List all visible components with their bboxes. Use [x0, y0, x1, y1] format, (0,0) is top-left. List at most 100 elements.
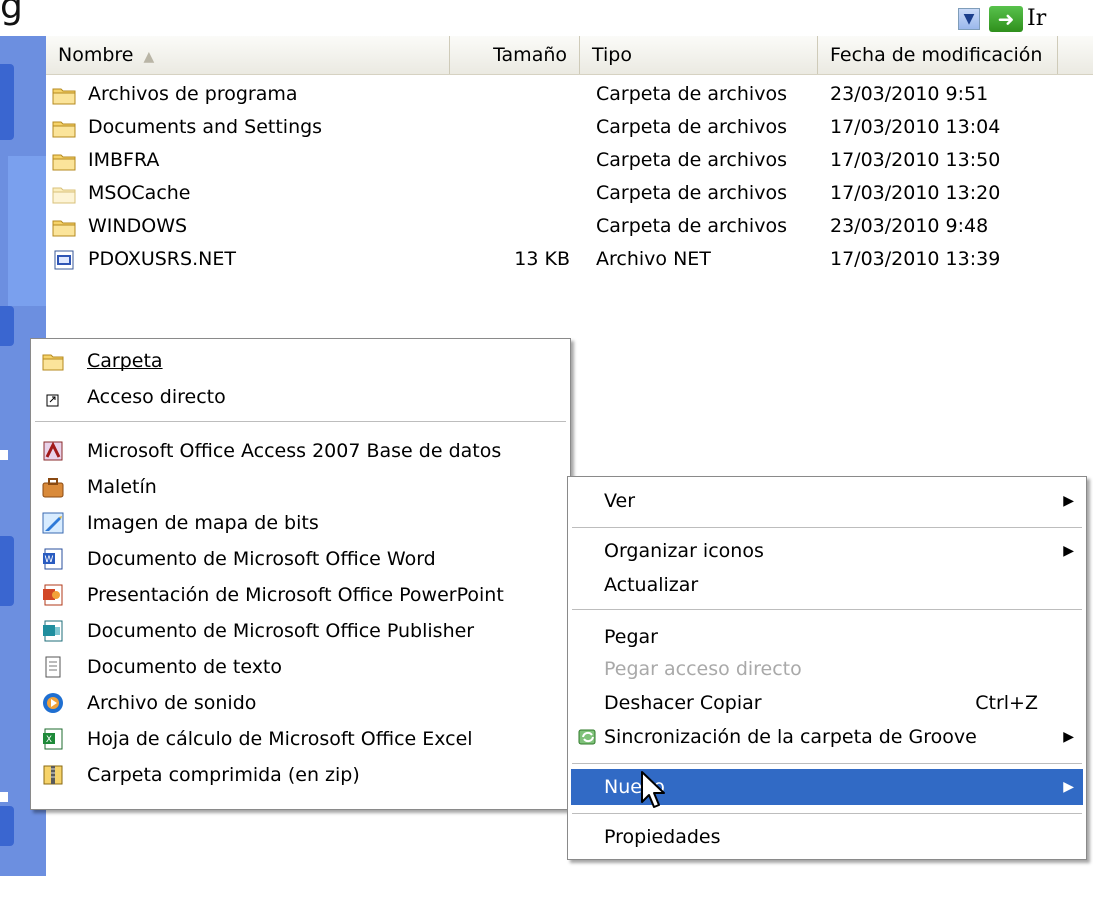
new-excel-item[interactable]: X Hoja de cálculo de Microsoft Office Ex… — [31, 721, 570, 757]
file-row[interactable]: Archivos de programa Carpeta de archivos… — [46, 78, 1093, 111]
file-modified: 23/03/2010 9:51 — [830, 83, 989, 105]
address-bar-strip: g ▼ ➜ Ir — [0, 0, 1093, 36]
shortcut-icon — [46, 394, 59, 407]
menu-item-label: Imagen de mapa de bits — [87, 512, 319, 534]
task-pane-tab[interactable] — [0, 806, 14, 846]
sort-ascending-icon: ▲ — [143, 49, 155, 65]
folder-icon — [52, 154, 76, 171]
file-name: PDOXUSRS.NET — [88, 248, 236, 270]
new-powerpoint-item[interactable]: Presentación de Microsoft Office PowerPo… — [31, 577, 570, 613]
menu-item-label: Deshacer Copiar — [604, 692, 762, 714]
file-size — [450, 177, 570, 210]
task-pane-tab[interactable] — [0, 536, 14, 606]
mouse-cursor-icon — [641, 771, 665, 808]
new-sound-file-item[interactable]: Archivo de sonido — [31, 685, 570, 721]
file-icon — [54, 250, 74, 270]
folder-icon — [52, 88, 76, 105]
access-icon — [43, 441, 63, 461]
column-header-type[interactable]: Tipo — [580, 36, 818, 74]
new-folder-item[interactable]: Carpeta — [31, 343, 570, 379]
menu-item-label: Documento de Microsoft Office Publisher — [87, 620, 475, 642]
task-pane-panel — [8, 156, 46, 306]
column-header-label: Fecha de modificación — [830, 44, 1043, 66]
refresh-item[interactable]: Actualizar — [568, 567, 1086, 603]
menu-item-label: Pegar — [604, 626, 658, 648]
menu-separator — [572, 763, 1082, 764]
column-header: Nombre ▲ Tamaño Tipo Fecha de modificació… — [46, 36, 1093, 75]
go-button[interactable]: ➜ — [989, 6, 1023, 32]
undo-copy-item[interactable]: Deshacer Copiar Ctrl+Z — [568, 685, 1086, 721]
file-type: Carpeta de archivos — [596, 182, 787, 204]
shortcut-text: Ctrl+Z — [975, 692, 1038, 714]
view-item[interactable]: Ver ▶ — [568, 483, 1086, 519]
menu-separator — [35, 421, 566, 422]
submenu-arrow-icon: ▶ — [1063, 779, 1074, 795]
file-type: Carpeta de archivos — [596, 215, 787, 237]
publisher-icon — [43, 620, 63, 642]
arrange-icons-item[interactable]: Organizar iconos ▶ — [568, 533, 1086, 569]
column-header-name[interactable]: Nombre ▲ — [46, 36, 450, 74]
menu-item-label: Microsoft Office Access 2007 Base de dat… — [87, 440, 502, 462]
task-pane-divider — [0, 792, 8, 802]
new-word-item[interactable]: W Documento de Microsoft Office Word — [31, 541, 570, 577]
go-label[interactable]: Ir — [1027, 6, 1046, 31]
file-modified: 17/03/2010 13:20 — [830, 182, 1001, 204]
menu-item-label: Maletín — [87, 476, 157, 498]
task-pane-tab[interactable] — [0, 306, 14, 346]
menu-item-label: Sincronización de la carpeta de Groove — [604, 726, 977, 748]
file-name: Documents and Settings — [88, 116, 323, 138]
file-size — [450, 210, 570, 243]
submenu-arrow-icon: ▶ — [1063, 729, 1074, 745]
text-document-icon — [45, 656, 61, 678]
file-row[interactable]: Documents and Settings Carpeta de archiv… — [46, 111, 1093, 144]
new-submenu: Carpeta Acceso directo Microsoft Office … — [30, 338, 571, 810]
task-pane-tab[interactable] — [0, 64, 14, 140]
column-header-label: Tamaño — [493, 44, 567, 66]
hidden-folder-icon — [52, 187, 76, 204]
submenu-arrow-icon: ▶ — [1063, 543, 1074, 559]
paste-item[interactable]: Pegar — [568, 619, 1086, 655]
folder-icon — [52, 220, 76, 237]
file-type: Carpeta de archivos — [596, 116, 787, 138]
menu-item-label: Carpeta comprimida (en zip) — [87, 764, 360, 786]
column-header-modified[interactable]: Fecha de modificación — [818, 36, 1058, 74]
file-row[interactable]: WINDOWS Carpeta de archivos 23/03/2010 9… — [46, 210, 1093, 243]
briefcase-icon — [42, 478, 64, 498]
menu-item-label: Presentación de Microsoft Office PowerPo… — [87, 584, 504, 606]
column-header-size[interactable]: Tamaño — [450, 36, 580, 74]
menu-item-label: Documento de Microsoft Office Word — [87, 548, 436, 570]
file-size: 13 KB — [514, 248, 570, 270]
svg-text:X: X — [46, 735, 52, 745]
properties-item[interactable]: Propiedades — [568, 819, 1086, 855]
new-zip-folder-item[interactable]: Carpeta comprimida (en zip) — [31, 757, 570, 793]
menu-item-label: Archivo de sonido — [87, 692, 257, 714]
file-name: IMBFRA — [88, 149, 160, 171]
file-modified: 17/03/2010 13:39 — [830, 248, 1001, 270]
menu-item-label: Actualizar — [604, 574, 699, 596]
menu-item-label: Ver — [604, 490, 636, 512]
window-title-fragment: g — [0, 0, 23, 27]
new-briefcase-item[interactable]: Maletín — [31, 469, 570, 505]
new-bitmap-item[interactable]: Imagen de mapa de bits — [31, 505, 570, 541]
zip-folder-icon — [43, 765, 63, 785]
menu-item-label: Organizar iconos — [604, 540, 764, 562]
file-row[interactable]: IMBFRA Carpeta de archivos 17/03/2010 13… — [46, 144, 1093, 177]
word-icon: W — [43, 548, 63, 570]
menu-item-label: Documento de texto — [87, 656, 283, 678]
address-dropdown-button[interactable]: ▼ — [958, 8, 980, 30]
menu-item-label: Carpeta — [87, 350, 163, 372]
menu-item-label: Pegar acceso directo — [604, 658, 802, 680]
file-row[interactable]: PDOXUSRS.NET 13 KB Archivo NET 17/03/201… — [46, 243, 1093, 276]
new-access-item[interactable]: Microsoft Office Access 2007 Base de dat… — [31, 433, 570, 469]
groove-sync-icon — [578, 729, 596, 745]
svg-text:W: W — [45, 555, 54, 565]
file-row[interactable]: MSOCache Carpeta de archivos 17/03/2010 … — [46, 177, 1093, 210]
sound-file-icon — [43, 693, 63, 713]
new-shortcut-item[interactable]: Acceso directo — [31, 379, 570, 415]
new-publisher-item[interactable]: Documento de Microsoft Office Publisher — [31, 613, 570, 649]
file-modified: 17/03/2010 13:50 — [830, 149, 1001, 171]
new-text-document-item[interactable]: Documento de texto — [31, 649, 570, 685]
groove-sync-item[interactable]: Sincronización de la carpeta de Groove ▶ — [568, 719, 1086, 755]
paste-shortcut-item: Pegar acceso directo — [568, 651, 1086, 687]
file-modified: 17/03/2010 13:04 — [830, 116, 1001, 138]
